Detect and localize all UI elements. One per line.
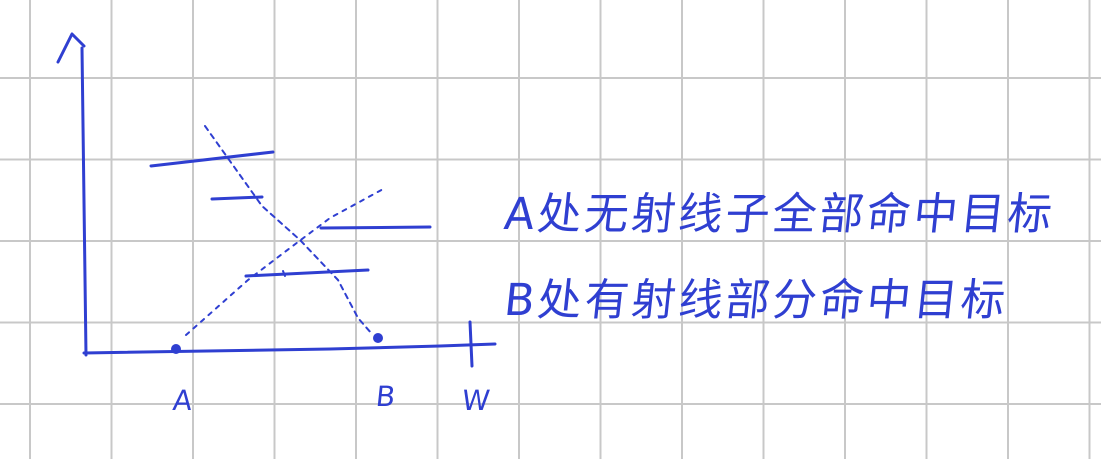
point-a-label: A bbox=[171, 384, 196, 417]
point-b-label: B bbox=[374, 380, 399, 413]
y-axis bbox=[80, 46, 88, 357]
x-axis bbox=[82, 342, 497, 355]
x-axis-end-tick bbox=[468, 320, 474, 368]
level-line-2 bbox=[210, 195, 264, 201]
level-line-3 bbox=[319, 225, 432, 230]
point-b-marker bbox=[373, 333, 383, 343]
y-axis-arrowhead bbox=[56, 32, 86, 64]
note-line-b: B处有射线部分命中目标 bbox=[501, 275, 1011, 326]
note-line-a: A处无射线子全部命中目标 bbox=[501, 189, 1058, 240]
grid-paper: A B W A处无射线子全部命中目标 B处有射线部分命中目标 bbox=[0, 0, 1101, 459]
level-line-4 bbox=[244, 268, 370, 278]
point-a-marker bbox=[171, 344, 181, 354]
axis-w-label: W bbox=[460, 384, 494, 417]
level-line-1 bbox=[149, 150, 275, 168]
